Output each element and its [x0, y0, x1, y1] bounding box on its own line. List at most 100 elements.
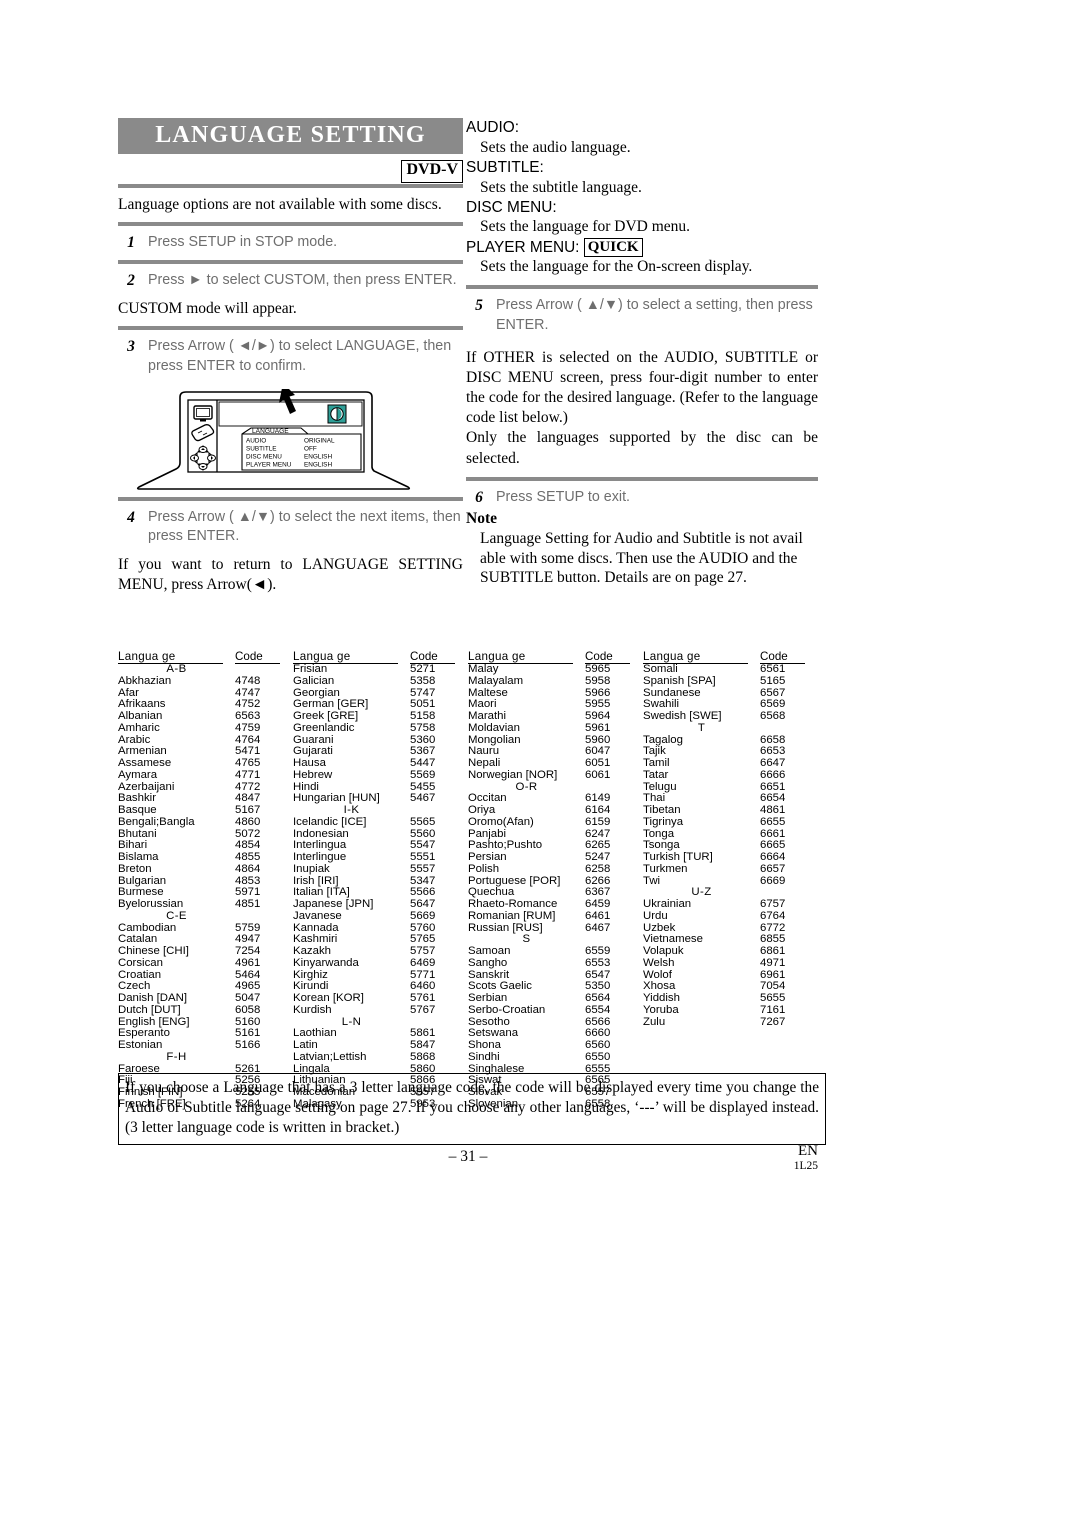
tv-menu-title: LANGUAGE [252, 428, 289, 435]
language-code: 5868 [410, 1050, 436, 1063]
step-number: 2 [127, 272, 135, 290]
language-code: 6560 [585, 1039, 611, 1051]
step-3: 3 Press Arrow ( ◄/►) to select LANGUAGE,… [118, 330, 463, 384]
language-name: Yoruba [643, 1003, 679, 1016]
language-name: Latvian;Lettish [293, 1050, 367, 1063]
definition-term-player-menu: PLAYER MENU: QUICK [466, 237, 818, 258]
definition-term-disc-menu: DISC MENU: [466, 198, 557, 216]
language-code: 6757 [760, 898, 786, 910]
step-instruction: Press Arrow ( ◄/►) to select LANGUAGE, t… [148, 338, 452, 374]
language-name: Tamil [643, 757, 670, 769]
language-code: 7267 [760, 1015, 786, 1028]
language-code: 6647 [760, 757, 786, 769]
table-row: Persian 5247 [468, 851, 643, 864]
table-row: Tatar 6666 [643, 769, 818, 782]
language-code: 5961 [585, 721, 611, 734]
language-name: Chinese [CHI] [118, 945, 189, 957]
quick-badge: QUICK [583, 237, 643, 258]
language-name: Marathi [468, 710, 506, 722]
language-code: 5958 [585, 674, 611, 687]
tv-setup-diagram: LANGUAGE AUDIO ORIGINAL SUBTITLE OFF DIS… [136, 382, 411, 490]
step-number: 3 [127, 338, 135, 356]
table-row: Swedish [SWE] 6568 [643, 710, 818, 723]
language-code: 4860 [235, 815, 261, 828]
language-code: 5166 [235, 1039, 261, 1051]
language-code: 5158 [410, 710, 436, 722]
table-row: Kinyarwanda 6469 [293, 956, 468, 970]
table-row: Interlingue 5551 [293, 851, 468, 864]
language-name: Corsican [118, 956, 163, 969]
language-code: 6469 [410, 956, 436, 969]
table-row: Abkhazian 4748 [118, 675, 293, 688]
language-name: Persian [468, 851, 507, 863]
language-code: 5757 [410, 945, 436, 957]
definition-desc-player-menu: Sets the language for the On-screen disp… [480, 258, 753, 276]
table-row: Greenlandic 5758 [293, 722, 468, 735]
alphabet-group-label: C-E [166, 909, 187, 922]
language-code-column: Langua ge Code Somali 6561 Spanish [SPA] 5165… [643, 650, 818, 1111]
language-code: 5165 [760, 674, 786, 687]
language-name: Rhaeto-Romance [468, 898, 558, 910]
table-row: Frisian 5271 [293, 663, 468, 676]
language-name: Urdu [643, 909, 668, 922]
language-code: 5358 [410, 674, 436, 687]
definition-term-audio: AUDIO: [466, 119, 520, 136]
language-name: Kurdish [293, 1003, 332, 1016]
language-code-column-header: Langua ge Code [293, 650, 468, 664]
tv-row-value-disc-menu: ENGLISH [304, 453, 332, 460]
table-row: Russian [RUS] 6467 [468, 922, 643, 935]
column-header-code: Code [585, 650, 630, 664]
definition-desc-subtitle: Sets the subtitle language. [480, 178, 642, 196]
tv-row-label-player-menu: PLAYER MENU [246, 461, 292, 468]
table-row: Javanese 5669 [293, 909, 468, 923]
language-code-column: Langua ge Code A-B Abkhazian 4748 Afar 4747 Afr… [118, 650, 293, 1111]
language-code: 6051 [585, 757, 611, 769]
document-code: 1L25 [793, 1159, 818, 1172]
table-row: Serbo-Croatian 6554 [468, 1004, 643, 1017]
language-name: Swedish [SWE] [643, 710, 722, 722]
column-header-gap [223, 650, 235, 664]
step-instruction: Press SETUP in STOP mode. [148, 233, 338, 250]
table-row: Welsh 4971 [643, 957, 818, 970]
page-title: LANGUAGE SETTING [118, 118, 463, 155]
language-name: Inupiak [293, 862, 330, 875]
language-name: Japanese [JPN] [293, 898, 374, 910]
table-row: Greek [GRE] 5158 [293, 710, 468, 723]
tv-row-label-disc-menu: DISC MENU [246, 453, 282, 460]
language-name: Moldavian [468, 721, 520, 734]
column-header-language: Langua ge [643, 650, 748, 664]
table-row: Tibetan 4861 [643, 804, 818, 817]
language-code: 5767 [410, 1003, 436, 1016]
table-row: Tigrinya 6655 [643, 816, 818, 829]
table-row: Yoruba 7161 [643, 1003, 818, 1017]
step-number: 4 [127, 508, 135, 526]
language-code: 7254 [235, 945, 261, 957]
language-name: Malay [468, 663, 499, 675]
language-code: 4855 [235, 851, 261, 863]
manual-page: LANGUAGE SETTING DVD-V Language options … [0, 0, 1080, 1527]
table-row: Chinese [CHI] 7254 [118, 945, 293, 958]
column-header-gap [398, 650, 410, 664]
definition-desc-audio: Sets the audio language. [480, 138, 631, 156]
language-code: 5551 [410, 851, 436, 863]
table-row: Malay 5965 [468, 663, 643, 676]
table-row: Albanian 6563 [118, 710, 293, 723]
definition-desc-disc-menu: Sets the language for DVD menu. [480, 218, 691, 236]
step-instruction: Press SETUP to exit. [496, 488, 631, 505]
language-code: 5964 [585, 710, 611, 722]
table-row: Turkish [TUR] 6664 [643, 851, 818, 864]
tv-row-value-audio: ORIGINAL [304, 437, 335, 444]
language-code: 6657 [760, 862, 786, 875]
language-code: 5467 [410, 792, 436, 805]
table-row: Norwegian [NOR] 6061 [468, 769, 643, 782]
intro-text: Language options are not available with … [118, 196, 442, 214]
language-code: 6563 [235, 710, 261, 722]
language-name: Javanese [293, 909, 342, 922]
language-code: 5655 [760, 992, 786, 1004]
audio-icon [327, 404, 347, 424]
badge-row: DVD-V [118, 154, 463, 184]
language-code: 5965 [585, 663, 611, 675]
table-row: Oriya 6164 [468, 804, 643, 817]
table-row: Shona 6560 [468, 1039, 643, 1052]
table-row: Marathi 5964 [468, 710, 643, 723]
